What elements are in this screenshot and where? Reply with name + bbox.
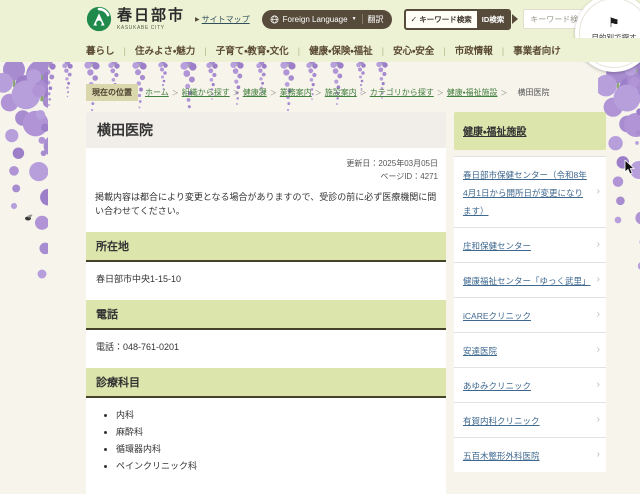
sidebar-link[interactable]: iCAREクリニック [463, 311, 531, 321]
breadcrumb-link[interactable]: 健康課 [243, 87, 280, 98]
breadcrumb-link[interactable]: 業務案内 [280, 87, 325, 98]
section-heading: 所在地 [86, 232, 446, 262]
department-item: 循環器内科 [116, 442, 446, 455]
sitemap-label: サイトマップ [202, 14, 250, 25]
keyword-search-tab[interactable]: ✓ キーワード検索 [406, 11, 477, 28]
foreign-language-button[interactable]: Foreign Language ▼ 翻訳 [262, 10, 392, 29]
breadcrumb-link[interactable]: 組織から探す [182, 87, 243, 98]
sidebar-item[interactable]: あゆみクリニック › [454, 367, 606, 402]
nav-item[interactable]: 住みよさ・魅力 [115, 43, 196, 57]
nav-item[interactable]: 事業者向け [493, 43, 561, 57]
bee-decoration [24, 214, 33, 221]
info-section: 診療科目 内科麻酔科循環器内科ペインクリニック科 [86, 368, 446, 472]
chevron-right-icon: › [597, 309, 600, 320]
sidebar-item[interactable]: 有賀内科クリニック › [454, 402, 606, 437]
globe-icon [270, 15, 279, 24]
info-section: 所在地 春日部市中央1-15-10 [86, 232, 446, 287]
sidebar-heading-link[interactable]: 健康・福祉施設 [463, 127, 526, 138]
kasukabe-city-page: 春日部市 KASUKABE CITY ▶ サイトマップ Foreign Lang… [0, 0, 640, 400]
sidebar-link[interactable]: 五百木整形外科医院 [463, 451, 540, 461]
page-id: ページID：4271 [94, 171, 438, 184]
divider [362, 14, 363, 24]
chevron-right-icon: › [597, 274, 600, 285]
main-content: 横田医院 更新日：2025年03月05日 ページID：4271 掲載内容は都合に… [86, 112, 446, 494]
breadcrumb-current: 横田医院 [518, 87, 550, 98]
foreign-language-label: Foreign Language [283, 15, 348, 24]
breadcrumb-links: ホーム 組織から探す 健康課 業務案内 施設案内 カテゴリから探す 健康・福祉施… [145, 87, 511, 98]
department-item: ペインクリニック科 [116, 459, 446, 472]
breadcrumb-link[interactable]: 施設案内 [325, 87, 370, 98]
breadcrumb-link[interactable]: ホーム [145, 87, 182, 98]
chevron-right-icon: › [597, 414, 600, 425]
global-nav: 暮らし 住みよさ・魅力 子育て・教育・文化 健康・保険・福祉 安心・安全 市政情… [0, 38, 640, 62]
department-list: 内科麻酔科循環器内科ペインクリニック科 [86, 398, 446, 472]
logo-subtitle: KASUKABE CITY [117, 25, 185, 31]
sidebar-link[interactable]: 春日部市保健センター（令和8年4月1日から開所日が変更になります） [463, 170, 587, 216]
info-sections: 所在地 春日部市中央1-15-10 電話 電話：048-761-0201 診療科… [86, 232, 446, 472]
nav-item[interactable]: 暮らし [86, 43, 115, 57]
sidebar-item[interactable]: 五百木整形外科医院 › [454, 437, 606, 472]
sidebar-heading[interactable]: 健康・福祉施設 [454, 112, 606, 150]
sidebar-item[interactable]: 春日部市保健センター（令和8年4月1日から開所日が変更になります） › [454, 156, 606, 227]
page-meta: 更新日：2025年03月05日 ページID：4271 [86, 148, 446, 184]
sidebar-link[interactable]: あゆみクリニック [463, 381, 531, 391]
nav-item[interactable]: 子育て・教育・文化 [195, 43, 288, 57]
department-item: 内科 [116, 408, 446, 421]
city-logo[interactable]: 春日部市 KASUKABE CITY [86, 6, 185, 32]
sidebar: 健康・福祉施設 春日部市保健センター（令和8年4月1日から開所日が変更になります… [454, 112, 606, 472]
sidebar-item[interactable]: iCAREクリニック › [454, 297, 606, 332]
breadcrumb: 現在の位置 ホーム 組織から探す 健康課 業務案内 施設案内 カテゴリから探す … [86, 84, 550, 101]
chevron-right-icon: › [597, 186, 600, 197]
chevron-right-icon: › [597, 344, 600, 355]
check-icon: ✓ [411, 15, 418, 24]
sidebar-item[interactable]: 庄和保健センター › [454, 227, 606, 262]
pointer-right-icon [512, 14, 518, 24]
section-heading: 診療科目 [86, 368, 446, 398]
sitemap-link[interactable]: ▶ サイトマップ [195, 14, 250, 25]
columns: 横田医院 更新日：2025年03月05日 ページID：4271 掲載内容は都合に… [86, 112, 606, 494]
sidebar-link[interactable]: 安達医院 [463, 346, 497, 356]
section-heading: 電話 [86, 300, 446, 330]
chevron-right-icon: › [597, 379, 600, 390]
sidebar-list: 春日部市保健センター（令和8年4月1日から開所日が変更になります） › 庄和保健… [454, 156, 606, 472]
wisteria-left-decoration [0, 62, 48, 400]
logo-title: 春日部市 [117, 8, 185, 23]
sidebar-item[interactable]: 健康福祉センター「ゆっく武里」 › [454, 262, 606, 297]
site-header: 春日部市 KASUKABE CITY ▶ サイトマップ Foreign Lang… [0, 0, 640, 38]
breadcrumb-link[interactable]: カテゴリから探す [370, 87, 447, 98]
nav-item[interactable]: 市政情報 [434, 43, 492, 57]
notice-text: 掲載内容は都合により変更となる場合がありますので、受診の前に必ず医療機関に問い合… [86, 184, 446, 220]
updated-date: 更新日：2025年03月05日 [94, 158, 438, 171]
content-area: 現在の位置 ホーム 組織から探す 健康課 業務案内 施設案内 カテゴリから探す … [0, 62, 640, 400]
info-section: 電話 電話：048-761-0201 [86, 300, 446, 355]
id-search-tab[interactable]: ID検索 [477, 11, 510, 28]
section-text: 春日部市中央1-15-10 [86, 262, 446, 287]
breadcrumb-link[interactable]: 健康・福祉施設 [447, 87, 511, 98]
department-item: 麻酔科 [116, 425, 446, 438]
caret-down-icon: ▼ [352, 16, 357, 22]
page-title: 横田医院 [86, 112, 446, 148]
section-text: 電話：048-761-0201 [86, 330, 446, 355]
nav-item[interactable]: 健康・保険・福祉 [289, 43, 373, 57]
search-type-tabs: ✓ キーワード検索 ID検索 [404, 9, 512, 30]
sidebar-link[interactable]: 健康福祉センター「ゆっく武里」 [463, 276, 591, 286]
triangle-right-icon: ▶ [195, 16, 200, 23]
current-location-badge: 現在の位置 [86, 84, 138, 101]
logo-text: 春日部市 KASUKABE CITY [117, 8, 185, 31]
nav-item[interactable]: 安心・安全 [373, 43, 435, 57]
translate-label: 翻訳 [368, 14, 384, 25]
keyword-search-tab-label: キーワード検索 [419, 14, 472, 25]
chevron-right-icon: › [597, 449, 600, 460]
city-logo-icon [86, 6, 112, 32]
sidebar-link[interactable]: 庄和保健センター [463, 241, 531, 251]
chevron-right-icon: › [597, 239, 600, 250]
sidebar-item[interactable]: 安達医院 › [454, 332, 606, 367]
sidebar-link[interactable]: 有賀内科クリニック [463, 416, 540, 426]
